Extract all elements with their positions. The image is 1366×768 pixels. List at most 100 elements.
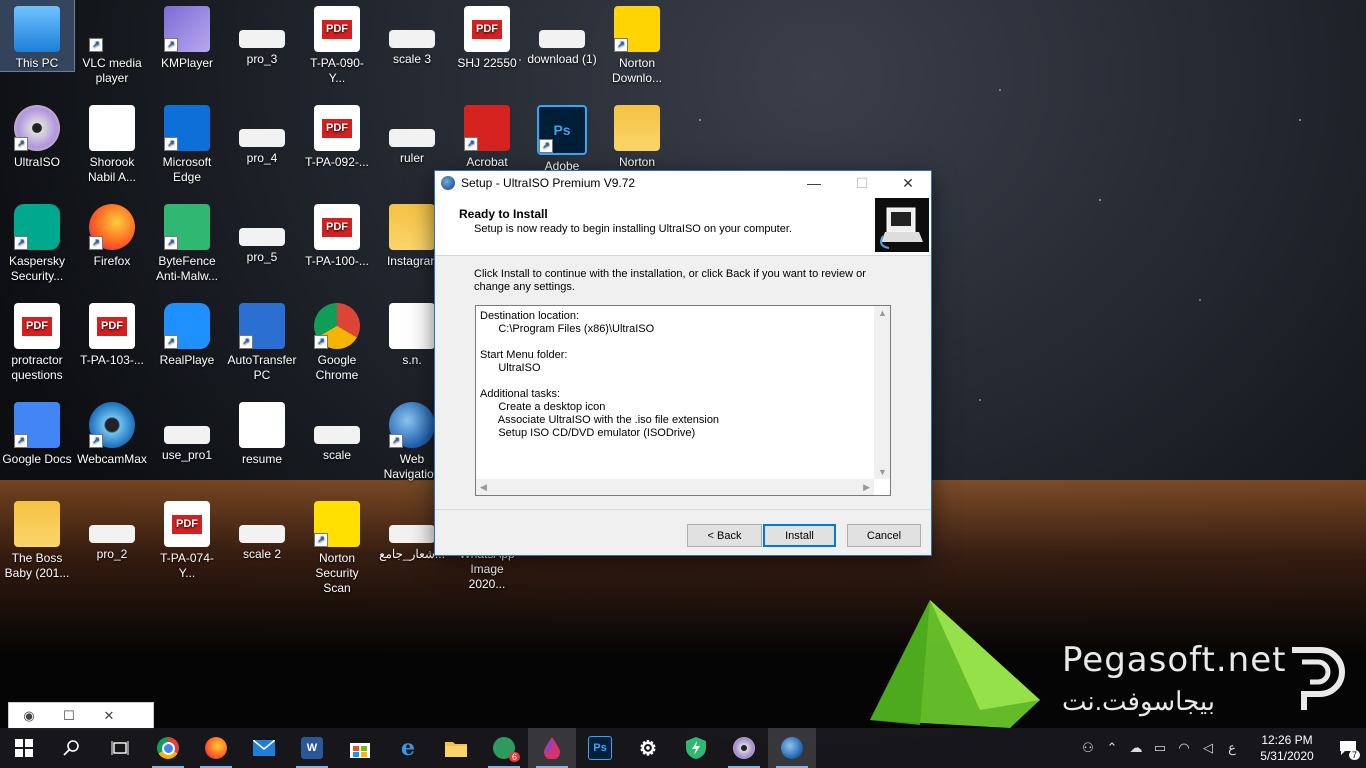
desktop-icon-label: pro_2 (96, 547, 128, 561)
scroll-up-icon[interactable]: ▲ (878, 308, 887, 318)
desktop-icon[interactable]: Norton (600, 99, 674, 170)
desktop-icon[interactable]: PDF T-PA-074-Y... (150, 495, 224, 581)
pegasoft-logo-icon (1292, 647, 1345, 710)
desktop-icon[interactable]: ↗ Norton Security Scan (300, 495, 374, 596)
pdf-badge: PDF (97, 316, 127, 336)
desktop-icon-label: scale 2 (242, 547, 282, 561)
pdf-icon: PDF (164, 501, 210, 547)
taskbar-chrome[interactable] (144, 728, 192, 768)
taskbar-settings[interactable]: ⚙ (624, 728, 672, 768)
desktop-icon[interactable]: Ps ↗ Adobe (525, 99, 599, 174)
shortcut-arrow-icon: ↗ (614, 38, 628, 52)
desktop-icon[interactable]: PDF T-PA-100-... (300, 198, 374, 269)
action-center-button[interactable]: 7 (1330, 728, 1366, 768)
clock[interactable]: 12:26 PM 5/31/2020 (1244, 732, 1330, 764)
desktop-icon[interactable]: PDF T-PA-103-... (75, 297, 149, 368)
desktop-icon[interactable]: use_pro1 (150, 396, 224, 463)
desktop-icon[interactable]: pro_4 (225, 99, 299, 166)
restore-icon[interactable]: ☐ (49, 708, 89, 724)
taskbar-store[interactable] (336, 728, 384, 768)
taskbar-bytefence[interactable] (672, 728, 720, 768)
desktop-icon[interactable]: ↗ Acrobat (450, 99, 524, 170)
desktop-icon[interactable]: ↗ UltraISO (0, 99, 74, 170)
realplayer-icon: ↗ (164, 303, 210, 349)
battery-icon[interactable]: ▭ (1148, 740, 1172, 756)
cloud-icon[interactable]: ☁ (1124, 740, 1148, 756)
desktop-icon[interactable]: ↗ VLC media player (75, 0, 149, 86)
taskbar-mail[interactable] (240, 728, 288, 768)
desktop-icon[interactable]: ↗ RealPlaye (150, 297, 224, 368)
desktop-icon-label: download (1) (527, 52, 597, 66)
scroll-left-icon[interactable]: ◀ (480, 482, 487, 493)
mini-window[interactable]: ◉ ☐ ✕ (8, 702, 154, 730)
kmplayer-icon: ↗ (164, 6, 210, 52)
close-button[interactable]: ✕ (885, 171, 931, 195)
shortcut-arrow-icon: ↗ (164, 335, 178, 349)
desktop-icon[interactable]: ↗ KMPlayer (150, 0, 224, 71)
desktop-icon[interactable]: ↗ Google Chrome (300, 297, 374, 383)
taskbar-word[interactable]: W (288, 728, 336, 768)
horizontal-scrollbar[interactable]: ◀ ▶ (476, 479, 874, 495)
scroll-right-icon[interactable]: ▶ (863, 482, 870, 493)
chevron-up-icon[interactable]: ⌃ (1100, 740, 1124, 756)
mail-icon (253, 740, 275, 756)
norton-scan-icon: ↗ (314, 501, 360, 547)
desktop-icon[interactable]: ↗ WebcamMax (75, 396, 149, 467)
back-button[interactable]: < Back (687, 524, 762, 547)
desktop-icon[interactable]: PDF protractor questions (0, 297, 74, 383)
desktop-icon[interactable]: ↗ ByteFence Anti-Malw... (150, 198, 224, 284)
taskbar-explorer[interactable] (432, 728, 480, 768)
minimize-button[interactable]: — (791, 171, 837, 195)
desktop-icon[interactable]: ↗ Norton Downlo... (600, 0, 674, 86)
taskbar-app-badge[interactable]: 6 (480, 728, 528, 768)
desktop-icon[interactable]: Shorook Nabil A... (75, 99, 149, 185)
desktop-icon[interactable]: PDF T-PA-090-Y... (300, 0, 374, 86)
desktop-icon[interactable]: This PC (0, 0, 75, 72)
dialog-titlebar[interactable]: Setup - UltraISO Premium V9.72 — ☐ ✕ (435, 171, 931, 195)
shortcut-arrow-icon: ↗ (14, 137, 28, 151)
volume-icon[interactable]: ◁ (1196, 740, 1220, 756)
desktop-icon[interactable]: scale 3 (375, 0, 449, 67)
task-view-button[interactable] (96, 728, 144, 768)
desktop-icon[interactable]: pro_2 (75, 495, 149, 562)
taskbar-ultraiso[interactable] (720, 728, 768, 768)
wifi-icon[interactable]: ◠ (1172, 740, 1196, 756)
desktop-icon[interactable]: scale 2 (225, 495, 299, 562)
desktop-icon[interactable]: pro_5 (225, 198, 299, 265)
summary-memo[interactable]: Destination location: C:\Program Files (… (475, 305, 891, 496)
desktop-icon[interactable]: The Boss Baby (201... (0, 495, 74, 581)
close-icon[interactable]: ✕ (89, 708, 129, 724)
taskbar-firefox[interactable] (192, 728, 240, 768)
desktop-icon[interactable]: ↗ Google Docs (0, 396, 74, 467)
vertical-scrollbar[interactable]: ▲ ▼ (874, 306, 890, 479)
desktop-icon-label: Google Docs (2, 452, 72, 466)
taskbar-paint[interactable] (528, 728, 576, 768)
desktop-icon-label: Google Chrome (315, 353, 359, 382)
start-button[interactable] (0, 728, 48, 768)
desktop-icon[interactable]: ruler (375, 99, 449, 166)
desktop-icon-label: Norton Downlo... (611, 56, 663, 85)
desktop-icon-label: SHJ 22550 (457, 56, 517, 70)
scroll-down-icon[interactable]: ▼ (878, 467, 887, 477)
shortcut-arrow-icon: ↗ (314, 335, 328, 349)
taskbar-edge[interactable]: e (384, 728, 432, 768)
desktop-icon[interactable]: PDF T-PA-092-... (300, 99, 374, 170)
taskbar-setup[interactable] (768, 728, 816, 768)
desktop-icon[interactable]: resume (225, 396, 299, 467)
cancel-button[interactable]: Cancel (847, 524, 921, 547)
desktop-icon[interactable]: ↗ Microsoft Edge (150, 99, 224, 185)
taskbar-photoshop[interactable]: Ps (576, 728, 624, 768)
desktop-icon[interactable]: scale (300, 396, 374, 463)
desktop-icon[interactable]: ↗ AutoTransfer PC (225, 297, 299, 383)
desktop-icon[interactable]: download (1) (525, 0, 599, 67)
search-button[interactable] (48, 728, 96, 768)
install-button[interactable]: Install (763, 524, 836, 547)
input-language[interactable]: ع (1220, 740, 1244, 756)
people-icon[interactable]: ⚇ (1076, 740, 1100, 756)
clock-time: 12:26 PM (1261, 733, 1313, 747)
desktop-icon-label: protractor questions (11, 353, 63, 382)
desktop-icon[interactable]: pro_3 (225, 0, 299, 67)
desktop-icon[interactable]: PDF SHJ 22550 (450, 0, 524, 71)
desktop-icon[interactable]: ↗ Firefox (75, 198, 149, 269)
desktop-icon[interactable]: ↗ Kaspersky Security... (0, 198, 74, 284)
